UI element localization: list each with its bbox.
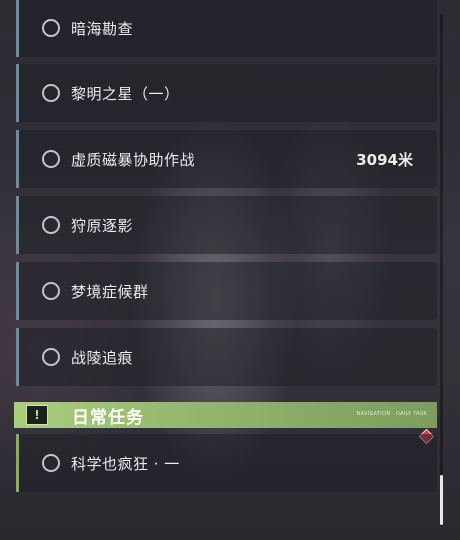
quest-label: 科学也疯狂 · 一 xyxy=(71,454,180,473)
quest-item[interactable]: 战陵追痕 xyxy=(16,328,437,386)
daily-quest-item[interactable]: 科学也疯狂 · 一 xyxy=(16,434,437,492)
section-title: 日常任务 xyxy=(72,407,144,428)
quest-label: 狩原逐影 xyxy=(71,216,134,235)
quest-label: 战陵追痕 xyxy=(71,348,134,367)
quest-item[interactable]: 狩原逐影 xyxy=(16,196,437,254)
daily-tasks-header[interactable]: ! 日常任务 NAVIGATION · DAILY TASK xyxy=(14,402,437,428)
quest-radio-icon[interactable] xyxy=(42,19,60,37)
quest-item[interactable]: 暗海勘查 xyxy=(16,0,437,57)
quest-item[interactable]: 虚质磁暴协助作战 3094米 xyxy=(16,130,437,188)
quest-radio-icon[interactable] xyxy=(42,282,60,300)
quest-label: 梦境症候群 xyxy=(71,282,149,301)
quest-radio-icon[interactable] xyxy=(42,348,60,366)
quest-label: 暗海勘查 xyxy=(71,19,134,38)
scrollbar-thumb[interactable] xyxy=(440,475,443,525)
quest-item[interactable]: 黎明之星（一） xyxy=(16,64,437,122)
quest-radio-icon[interactable] xyxy=(42,216,60,234)
quest-distance: 3094米 xyxy=(356,150,413,169)
quest-label: 虚质磁暴协助作战 xyxy=(71,150,196,169)
quest-list: 暗海勘查 黎明之星（一） 虚质磁暴协助作战 3094米 狩原逐影 梦境症候群 战… xyxy=(0,0,460,540)
exclamation-icon: ! xyxy=(26,405,48,425)
quest-item[interactable]: 梦境症候群 xyxy=(16,262,437,320)
quest-label: 黎明之星（一） xyxy=(71,84,180,103)
quest-radio-icon[interactable] xyxy=(42,150,60,168)
quest-radio-icon[interactable] xyxy=(42,454,60,472)
quest-radio-icon[interactable] xyxy=(42,84,60,102)
scrollbar-track[interactable] xyxy=(440,14,443,526)
section-tag: NAVIGATION · DAILY TASK xyxy=(356,411,427,417)
